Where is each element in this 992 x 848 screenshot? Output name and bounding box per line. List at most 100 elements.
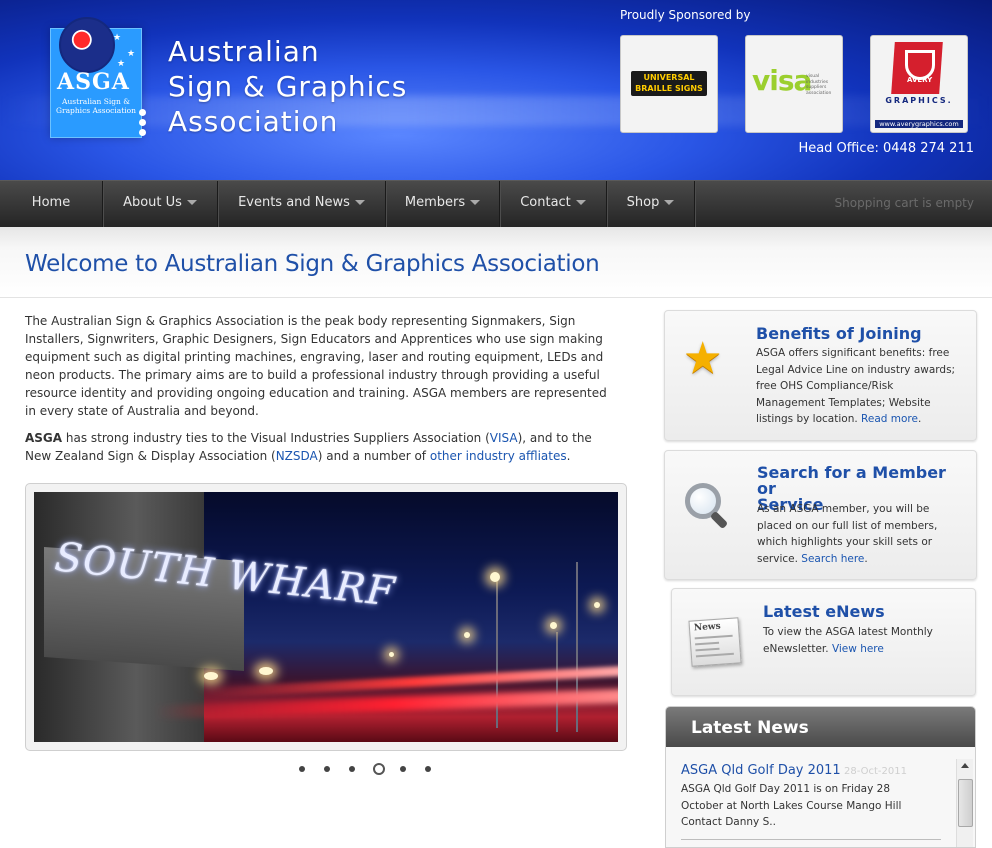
avery-graphics-text: GRAPHICS.	[885, 96, 953, 105]
intro-paragraph-2: ASGA has strong industry ties to the Vis…	[25, 429, 615, 465]
latest-news-panel: Latest News ASGA Qld Golf Day 2011 28-Oc…	[665, 706, 976, 848]
intro-text-fragment: has strong industry ties to the Visual I…	[62, 431, 490, 445]
sponsor-visa[interactable]: visa visual industries suppliers associa…	[745, 35, 843, 133]
benefits-text: ASGA offers significant benefits: free L…	[756, 345, 956, 428]
building-light	[259, 667, 273, 675]
nzsda-link[interactable]: NZSDA	[276, 449, 318, 463]
header-light-streak	[0, 96, 992, 126]
street-pole	[556, 632, 558, 732]
benefits-title[interactable]: Benefits of Joining	[756, 326, 922, 342]
head-office-phone: Head Office: 0448 274 211	[798, 141, 974, 156]
search-suffix: .	[864, 552, 868, 565]
site-header: ★ ★ ★ ASGA Australian Sign & Graphics As…	[0, 0, 992, 180]
newspaper-icon: News	[688, 617, 742, 667]
chevron-down-icon	[470, 200, 481, 205]
nav-home[interactable]: Home	[0, 181, 103, 228]
other-affiliates-link[interactable]: other industry affliates	[430, 449, 567, 463]
sponsor-avery-graphics[interactable]: AVERY GRAPHICS. www.averygraphics.com	[870, 35, 968, 133]
visa-logo-subtext: visual industries suppliers association	[806, 74, 832, 96]
nav-contact[interactable]: Contact	[500, 181, 607, 228]
shopping-cart-status[interactable]: Shopping cart is empty	[835, 181, 974, 225]
news-scrollbar[interactable]	[956, 759, 973, 847]
nav-about-us[interactable]: About Us	[103, 181, 218, 228]
star-icon: ★	[113, 33, 122, 43]
intro-text-fragment: ) and a number of	[317, 449, 430, 463]
building-light	[204, 672, 218, 680]
chevron-down-icon	[575, 200, 586, 205]
latest-news-heading: Latest News	[691, 718, 809, 738]
benefits-of-joining-box: ★ Benefits of Joining ASGA offers signif…	[664, 310, 977, 441]
street-pole	[576, 562, 578, 732]
slide-image-south-wharf[interactable]: SOUTH WHARF	[34, 492, 618, 742]
slider-dot-6[interactable]	[425, 766, 431, 772]
scrollbar-thumb[interactable]	[958, 779, 973, 827]
star-icon: ★	[117, 59, 126, 69]
search-here-link[interactable]: Search here	[801, 553, 864, 565]
news-item-date: 28-Oct-2011	[844, 766, 907, 777]
logo-abbreviation: ASGA	[57, 69, 130, 95]
newspaper-icon-label: News	[693, 621, 722, 634]
nav-members-label: Members	[404, 195, 466, 210]
australian-flag-icon	[59, 17, 115, 73]
intro-paragraph-1: The Australian Sign & Graphics Associati…	[25, 314, 607, 418]
search-text: As an ASGA member, you will be placed on…	[757, 501, 957, 567]
image-slider[interactable]: SOUTH WHARF	[25, 483, 627, 751]
street-light	[490, 572, 500, 582]
latest-enews-box: News Latest eNews To view the ASGA lates…	[671, 588, 976, 696]
enews-title[interactable]: Latest eNews	[763, 604, 885, 620]
street-light	[550, 622, 557, 629]
benefits-suffix: .	[917, 413, 922, 425]
nav-shop[interactable]: Shop	[607, 181, 695, 228]
star-icon: ★	[683, 333, 723, 384]
site-title: Australian Sign & Graphics Association	[168, 34, 407, 139]
nav-about-us-label: About Us	[123, 195, 182, 210]
street-light	[464, 632, 470, 638]
news-item-body: ASGA Qld Golf Day 2011 is on Friday 28 O…	[681, 783, 902, 828]
title-band: Welcome to Australian Sign & Graphics As…	[0, 227, 992, 298]
main-navigation: Home About Us Events and News Members Co…	[0, 180, 992, 228]
slider-dot-2[interactable]	[324, 766, 330, 772]
asga-logo[interactable]: ★ ★ ★ ASGA Australian Sign & Graphics As…	[50, 17, 146, 138]
nav-shop-label: Shop	[626, 195, 660, 210]
chevron-down-icon	[664, 200, 675, 205]
universal-braille-signs-logo: UNIVERSAL BRAILLE SIGNS	[631, 71, 707, 96]
search-member-box: Search for a Member or Service As an ASGA…	[664, 450, 977, 580]
slider-dot-5[interactable]	[400, 766, 406, 772]
star-icon: ★	[127, 49, 136, 59]
avery-url: www.averygraphics.com	[875, 120, 963, 128]
search-title-line1: Search for a Member or	[757, 463, 946, 498]
enews-text: To view the ASGA latest Monthly eNewslet…	[763, 624, 963, 657]
benefits-description: ASGA offers significant benefits: free L…	[756, 347, 956, 425]
latest-news-header: Latest News	[666, 707, 975, 747]
sponsor-universal-braille-signs[interactable]: UNIVERSAL BRAILLE SIGNS	[620, 35, 718, 133]
news-item-title[interactable]: ASGA Qld Golf Day 2011	[681, 763, 841, 778]
chevron-down-icon	[354, 200, 365, 205]
nav-home-label: Home	[31, 195, 71, 210]
view-here-link[interactable]: View here	[832, 643, 884, 655]
visa-logo: visa	[752, 64, 812, 97]
slider-dot-3[interactable]	[349, 766, 355, 772]
asga-bold: ASGA	[25, 431, 63, 445]
magnifier-handle-icon	[709, 510, 729, 530]
logo-dots	[139, 109, 147, 139]
visa-link[interactable]: VISA	[490, 431, 518, 445]
sponsor-label: Proudly Sponsored by	[620, 8, 751, 22]
nav-events-and-news[interactable]: Events and News	[218, 181, 386, 228]
nav-contact-label: Contact	[520, 195, 571, 210]
slider-dot-4-active[interactable]	[373, 763, 385, 775]
slider-dot-1[interactable]	[299, 766, 305, 772]
page-title: Welcome to Australian Sign & Graphics As…	[25, 251, 600, 277]
site-title-line1: Australian	[168, 35, 320, 68]
news-divider	[681, 839, 941, 840]
site-title-line2: Sign & Graphics	[168, 70, 408, 103]
street-light	[389, 652, 394, 657]
nav-members[interactable]: Members	[386, 181, 500, 228]
logo-text: Australian Sign & Graphics Association	[56, 97, 136, 115]
chevron-down-icon	[186, 200, 197, 205]
street-light	[594, 602, 600, 608]
avery-logo-name: AVERY	[907, 76, 933, 84]
read-more-link[interactable]: Read more	[861, 413, 918, 425]
nav-events-and-news-label: Events and News	[238, 195, 350, 210]
site-title-line3: Association	[168, 105, 339, 138]
scroll-up-arrow-icon[interactable]	[961, 763, 969, 768]
